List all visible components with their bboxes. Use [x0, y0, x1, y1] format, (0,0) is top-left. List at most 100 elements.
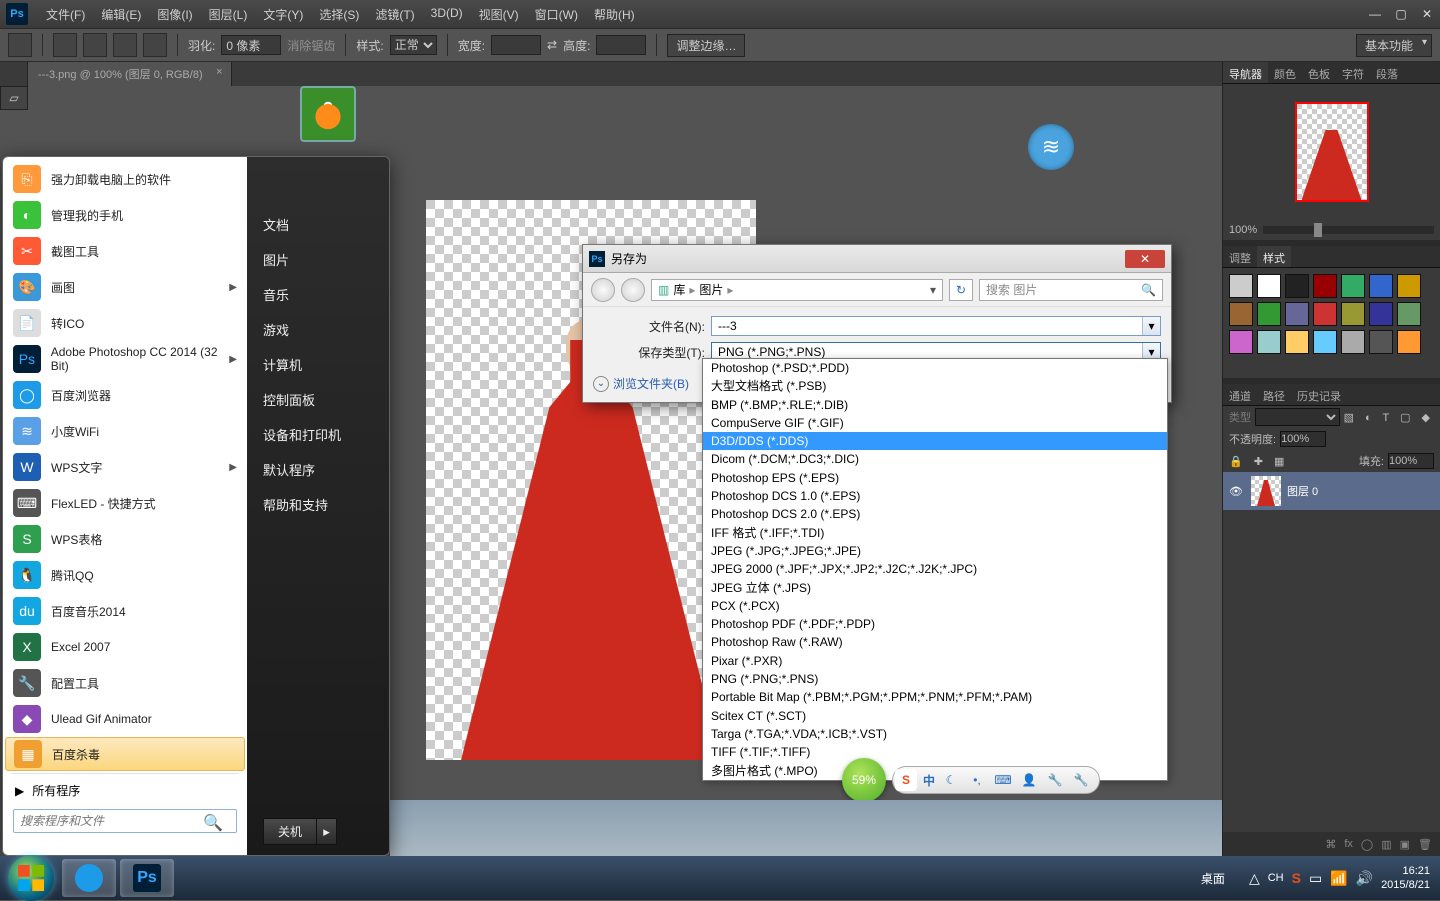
- nav-back-button[interactable]: [591, 278, 615, 302]
- style-swatch[interactable]: [1397, 330, 1421, 354]
- navigator-thumbnail[interactable]: [1295, 102, 1369, 202]
- style-swatch[interactable]: [1313, 330, 1337, 354]
- filetype-option[interactable]: BMP (*.BMP;*.RLE;*.DIB): [703, 396, 1167, 414]
- layer-filter-icons[interactable]: ▧ ◐ T ▢ ◆: [1344, 411, 1434, 424]
- tray-chevron-icon[interactable]: △: [1249, 870, 1260, 887]
- start-menu-item[interactable]: 🐧腾讯QQ: [5, 557, 245, 593]
- start-menu-item[interactable]: ≋小度WiFi: [5, 413, 245, 449]
- shutdown-options-button[interactable]: ▸: [317, 818, 337, 845]
- start-menu-item[interactable]: WWPS文字▶: [5, 449, 245, 485]
- delete-layer-icon[interactable]: 🗑: [1418, 838, 1432, 851]
- filetype-option[interactable]: IFF 格式 (*.IFF;*.TDI): [703, 524, 1167, 542]
- show-desktop-label[interactable]: 桌面: [1201, 870, 1225, 887]
- nav-forward-button[interactable]: [621, 278, 645, 302]
- link-layers-icon[interactable]: ⌘: [1325, 838, 1336, 851]
- start-menu-item[interactable]: XExcel 2007: [5, 629, 245, 665]
- lock-icons[interactable]: 🔒 ✚ ▦: [1229, 455, 1288, 468]
- start-places-item[interactable]: 图片: [263, 250, 375, 269]
- menu-item[interactable]: 3D(D): [423, 6, 471, 23]
- fx-icon[interactable]: fx: [1344, 838, 1353, 850]
- start-menu-item[interactable]: 🎨画图▶: [5, 269, 245, 305]
- ime-tool-icon[interactable]: •,: [967, 770, 987, 790]
- style-swatch[interactable]: [1369, 302, 1393, 326]
- maximize-button[interactable]: ▢: [1388, 4, 1414, 24]
- filetype-option[interactable]: Dicom (*.DCM;*.DC3;*.DIC): [703, 450, 1167, 468]
- tray-clock[interactable]: 16:21 2015/8/21: [1381, 864, 1430, 892]
- zoom-slider[interactable]: [1263, 226, 1434, 234]
- filetype-option[interactable]: Portable Bit Map (*.PBM;*.PGM;*.PPM;*.PN…: [703, 688, 1167, 706]
- filetype-option[interactable]: Photoshop (*.PSD;*.PDD): [703, 359, 1167, 377]
- filetype-option[interactable]: PNG (*.PNG;*.PNS): [703, 670, 1167, 688]
- selection-subtract[interactable]: [113, 33, 137, 57]
- filetype-option[interactable]: TIFF (*.TIF;*.TIFF): [703, 743, 1167, 761]
- style-swatch[interactable]: [1229, 330, 1253, 354]
- start-places-item[interactable]: 文档: [263, 215, 375, 234]
- panel-tab[interactable]: 历史记录: [1291, 384, 1347, 405]
- start-menu-item[interactable]: ✂截图工具: [5, 233, 245, 269]
- height-input[interactable]: [596, 35, 646, 55]
- filetype-option[interactable]: Photoshop DCS 1.0 (*.EPS): [703, 487, 1167, 505]
- panel-tab[interactable]: 导航器: [1223, 62, 1268, 83]
- start-places-item[interactable]: 控制面板: [263, 390, 375, 409]
- antialias-checkbox[interactable]: 消除锯齿: [287, 37, 335, 54]
- all-programs[interactable]: ▶ 所有程序: [5, 776, 245, 805]
- start-places-item[interactable]: 默认程序: [263, 460, 375, 479]
- menu-item[interactable]: 窗口(W): [527, 6, 586, 23]
- filetype-option[interactable]: D3D/DDS (*.DDS): [703, 432, 1167, 450]
- new-layer-icon[interactable]: ▣: [1400, 838, 1410, 851]
- filetype-option[interactable]: Photoshop EPS (*.EPS): [703, 469, 1167, 487]
- style-swatch[interactable]: [1341, 330, 1365, 354]
- start-places-item[interactable]: 音乐: [263, 285, 375, 304]
- ime-tool-icon[interactable]: 🔧: [1045, 770, 1065, 790]
- start-places-item[interactable]: 帮助和支持: [263, 495, 375, 514]
- style-swatch[interactable]: [1341, 302, 1365, 326]
- start-menu-item[interactable]: SWPS表格: [5, 521, 245, 557]
- menu-item[interactable]: 视图(V): [471, 6, 527, 23]
- style-swatch[interactable]: [1397, 302, 1421, 326]
- panel-tab[interactable]: 字符: [1336, 62, 1370, 83]
- style-swatch[interactable]: [1313, 302, 1337, 326]
- style-swatch[interactable]: [1397, 274, 1421, 298]
- breadcrumb[interactable]: ▥ 库 ▸ 图片 ▸ ▾: [651, 279, 943, 301]
- ime-tool-icon[interactable]: ☾: [941, 770, 961, 790]
- layer-filter-select[interactable]: [1255, 408, 1340, 426]
- ime-tool-icon[interactable]: 🔧: [1071, 770, 1091, 790]
- menu-item[interactable]: 编辑(E): [93, 6, 149, 23]
- start-button[interactable]: [8, 855, 54, 901]
- tray-sogou-icon[interactable]: S: [1292, 870, 1301, 886]
- panel-tab-adjustments[interactable]: 调整: [1223, 246, 1257, 267]
- style-swatch[interactable]: [1369, 274, 1393, 298]
- style-swatch[interactable]: [1257, 302, 1281, 326]
- tray-volume-icon[interactable]: 🔊: [1356, 870, 1373, 887]
- filetype-option[interactable]: Photoshop DCS 2.0 (*.EPS): [703, 505, 1167, 523]
- filetype-option[interactable]: JPEG 2000 (*.JPF;*.JPX;*.JP2;*.J2C;*.J2K…: [703, 560, 1167, 578]
- start-places-item[interactable]: 计算机: [263, 355, 375, 374]
- workspace-switcher[interactable]: 基本功能: [1356, 34, 1432, 57]
- taskbar-app-photoshop[interactable]: Ps: [120, 859, 174, 897]
- filename-dropdown-icon[interactable]: ▾: [1142, 317, 1160, 335]
- filetype-option[interactable]: 大型文档格式 (*.PSB): [703, 377, 1167, 395]
- ime-lang[interactable]: 中: [923, 772, 935, 789]
- tool-preset[interactable]: [8, 33, 32, 57]
- fill-input[interactable]: [1388, 453, 1434, 469]
- ime-tool-icon[interactable]: ⌨: [993, 770, 1013, 790]
- menu-item[interactable]: 滤镜(T): [367, 6, 422, 23]
- start-menu-item[interactable]: 📄转ICO: [5, 305, 245, 341]
- opacity-input[interactable]: [1280, 431, 1326, 447]
- style-swatch[interactable]: [1313, 274, 1337, 298]
- start-menu-item[interactable]: ◯百度浏览器: [5, 377, 245, 413]
- refine-edge-button[interactable]: 调整边缘…: [667, 34, 745, 57]
- dialog-close-button[interactable]: ✕: [1125, 250, 1165, 268]
- breadcrumb-segment[interactable]: 库: [673, 281, 685, 298]
- start-menu-item[interactable]: ◐管理我的手机: [5, 197, 245, 233]
- close-button[interactable]: ✕: [1414, 4, 1440, 24]
- panel-tab[interactable]: 颜色: [1268, 62, 1302, 83]
- document-tab[interactable]: ---3.png @ 100% (图层 0, RGB/8) ×: [28, 62, 232, 86]
- start-search[interactable]: 🔍: [13, 809, 237, 833]
- filetype-option[interactable]: PCX (*.PCX): [703, 597, 1167, 615]
- tray-lang[interactable]: CH: [1268, 872, 1284, 884]
- start-places-item[interactable]: 游戏: [263, 320, 375, 339]
- tray-flag-icon[interactable]: ▭: [1309, 870, 1322, 887]
- filetype-option[interactable]: JPEG (*.JPG;*.JPEG;*.JPE): [703, 542, 1167, 560]
- feather-input[interactable]: [221, 35, 281, 55]
